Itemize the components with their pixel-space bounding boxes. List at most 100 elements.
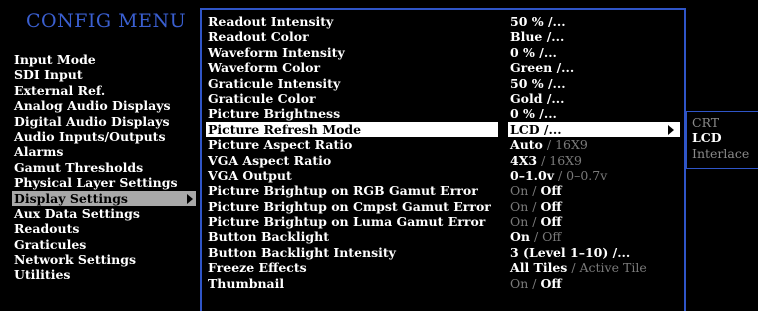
setting-inactive-option: / 16X9 [537,152,583,168]
menu-item-readouts[interactable]: Readouts [12,221,196,236]
menu-item-graticules[interactable]: Graticules [12,237,196,252]
setting-active-option: LCD /... [510,121,562,137]
setting-inactive-option: On / [510,198,541,214]
setting-value: On / Off [510,183,562,198]
setting-inactive-option: / 0–0.7v [553,167,608,183]
setting-active-option: Gold /... [510,90,565,106]
setting-row-button-backlight[interactable]: Button Backlight On / Off [206,229,684,244]
setting-name: Freeze Effects [208,260,307,276]
setting-value: Blue /... [510,29,564,44]
setting-value: LCD /... [508,121,680,138]
menu-item-input-mode[interactable]: Input Mode [12,52,196,67]
menu-item-network-settings[interactable]: Network Settings [12,252,196,267]
display-settings-panel: Readout Intensity 50 % /... Readout Color B… [200,8,686,311]
setting-active-option: All Tiles [510,260,568,276]
setting-value: On / Off [510,199,562,214]
config-menu-panel: CONFIG MENU Input Mode SDI Input External … [0,0,198,311]
setting-active-option: Green /... [510,60,575,76]
menu-item-label: Gamut Thresholds [14,159,144,175]
setting-row-readout-intensity[interactable]: Readout Intensity 50 % /... [206,14,684,29]
menu-item-aux-data-settings[interactable]: Aux Data Settings [12,206,196,221]
menu-item-analog-audio-displays[interactable]: Analog Audio Displays [12,98,196,113]
menu-item-alarms[interactable]: Alarms [12,144,196,159]
setting-value: 0 % /... [510,45,557,60]
setting-active-option: Off [540,183,562,199]
setting-name: Picture Brightup on RGB Gamut Error [208,183,478,199]
setting-active-option: 3 (Level 1–10) /... [510,244,631,260]
setting-row-button-backlight-intensity[interactable]: Button Backlight Intensity 3 (Level 1–10… [206,245,684,260]
menu-item-label: Analog Audio Displays [14,98,171,114]
menu-item-label: SDI Input [14,67,83,83]
setting-name: Thumbnail [208,275,285,291]
setting-row-picture-brightup-on-rgb-gamut-error[interactable]: Picture Brightup on RGB Gamut Error On / … [206,183,684,198]
menu-item-display-settings[interactable]: Display Settings [12,190,196,206]
setting-row-picture-brightup-on-cmpst-gamut-error[interactable]: Picture Brightup on Cmpst Gamut Error On … [206,199,684,214]
setting-active-option: 0–1.0v [510,167,554,183]
settings-list: Readout Intensity 50 % /... Readout Color B… [206,14,684,291]
setting-inactive-option: On / [510,183,541,199]
setting-name: Picture Brightness [208,106,341,122]
setting-name: Button Backlight [208,229,330,245]
setting-row-graticule-intensity[interactable]: Graticule Intensity 50 % /... [206,76,684,91]
setting-value: 50 % /... [510,14,566,29]
setting-name: Waveform Color [208,60,321,76]
setting-inactive-option: / Active Tile [567,260,647,276]
setting-row-vga-aspect-ratio[interactable]: VGA Aspect Ratio 4X3 / 16X9 [206,153,684,168]
menu-item-utilities[interactable]: Utilities [12,267,196,282]
menu-item-label: Aux Data Settings [14,205,140,221]
menu-item-physical-layer-settings[interactable]: Physical Layer Settings [12,175,196,190]
menu-item-sdi-input[interactable]: SDI Input [12,67,196,82]
menu-title: CONFIG MENU [26,10,187,32]
setting-row-picture-brightup-on-luma-gamut-error[interactable]: Picture Brightup on Luma Gamut Error On /… [206,214,684,229]
setting-row-waveform-color[interactable]: Waveform Color Green /... [206,60,684,75]
setting-active-option: 0 % /... [510,44,557,60]
setting-active-option: Off [540,214,562,230]
setting-active-option: 4X3 [510,152,538,168]
setting-value: All Tiles / Active Tile [510,260,647,275]
menu-item-label: Graticules [14,236,87,252]
setting-row-freeze-effects[interactable]: Freeze Effects All Tiles / Active Tile [206,260,684,275]
setting-active-option: 50 % /... [510,75,566,91]
setting-value: Auto / 16X9 [510,137,588,152]
setting-row-vga-output[interactable]: VGA Output 0–1.0v / 0–0.7v [206,168,684,183]
setting-row-picture-aspect-ratio[interactable]: Picture Aspect Ratio Auto / 16X9 [206,137,684,152]
setting-row-picture-brightness[interactable]: Picture Brightness 0 % /... [206,106,684,121]
config-menu-list: Input Mode SDI Input External Ref. Analog A… [12,52,196,283]
setting-name: Picture Brightup on Luma Gamut Error [208,214,486,230]
menu-item-gamut-thresholds[interactable]: Gamut Thresholds [12,160,196,175]
menu-item-label: External Ref. [14,82,106,98]
setting-active-option: On [510,229,530,245]
setting-inactive-option: / Off [529,229,562,245]
submenu-option-interlace[interactable]: Interlace [692,146,749,161]
submenu-arrow-icon [668,124,674,135]
menu-item-audio-inputs-outputs[interactable]: Audio Inputs/Outputs [12,129,196,144]
setting-value: Gold /... [510,91,564,106]
menu-item-label: Network Settings [14,252,136,268]
setting-active-option: Blue /... [510,29,565,45]
setting-row-readout-color[interactable]: Readout Color Blue /... [206,29,684,44]
menu-item-label: Display Settings [14,190,128,206]
setting-name: Graticule Color [208,90,316,106]
setting-row-graticule-color[interactable]: Graticule Color Gold /... [206,91,684,106]
setting-row-picture-refresh-mode[interactable]: Picture Refresh Mode LCD /... [206,121,684,138]
setting-active-option: Off [540,275,562,291]
submenu-option-lcd[interactable]: LCD [692,130,749,145]
menu-item-digital-audio-displays[interactable]: Digital Audio Displays [12,114,196,129]
submenu-option-crt[interactable]: CRT [692,115,749,130]
menu-item-label: Input Mode [14,52,96,67]
menu-item-label: Digital Audio Displays [14,113,170,129]
setting-value: 0–1.0v / 0–0.7v [510,168,607,183]
menu-item-label: Utilities [14,267,71,283]
refresh-mode-submenu: CRT LCD Interlace [686,111,758,169]
setting-inactive-option: On / [510,214,541,230]
setting-name: Picture Refresh Mode [206,121,498,138]
setting-name: Picture Brightup on Cmpst Gamut Error [208,198,491,214]
menu-item-label: Physical Layer Settings [14,175,178,191]
setting-active-option: Auto [510,137,543,153]
setting-row-waveform-intensity[interactable]: Waveform Intensity 0 % /... [206,45,684,60]
menu-item-external-ref[interactable]: External Ref. [12,83,196,98]
setting-value: On / Off [510,214,562,229]
setting-row-thumbnail[interactable]: Thumbnail On / Off [206,276,684,291]
setting-value: 0 % /... [510,106,557,121]
setting-value: 50 % /... [510,76,566,91]
